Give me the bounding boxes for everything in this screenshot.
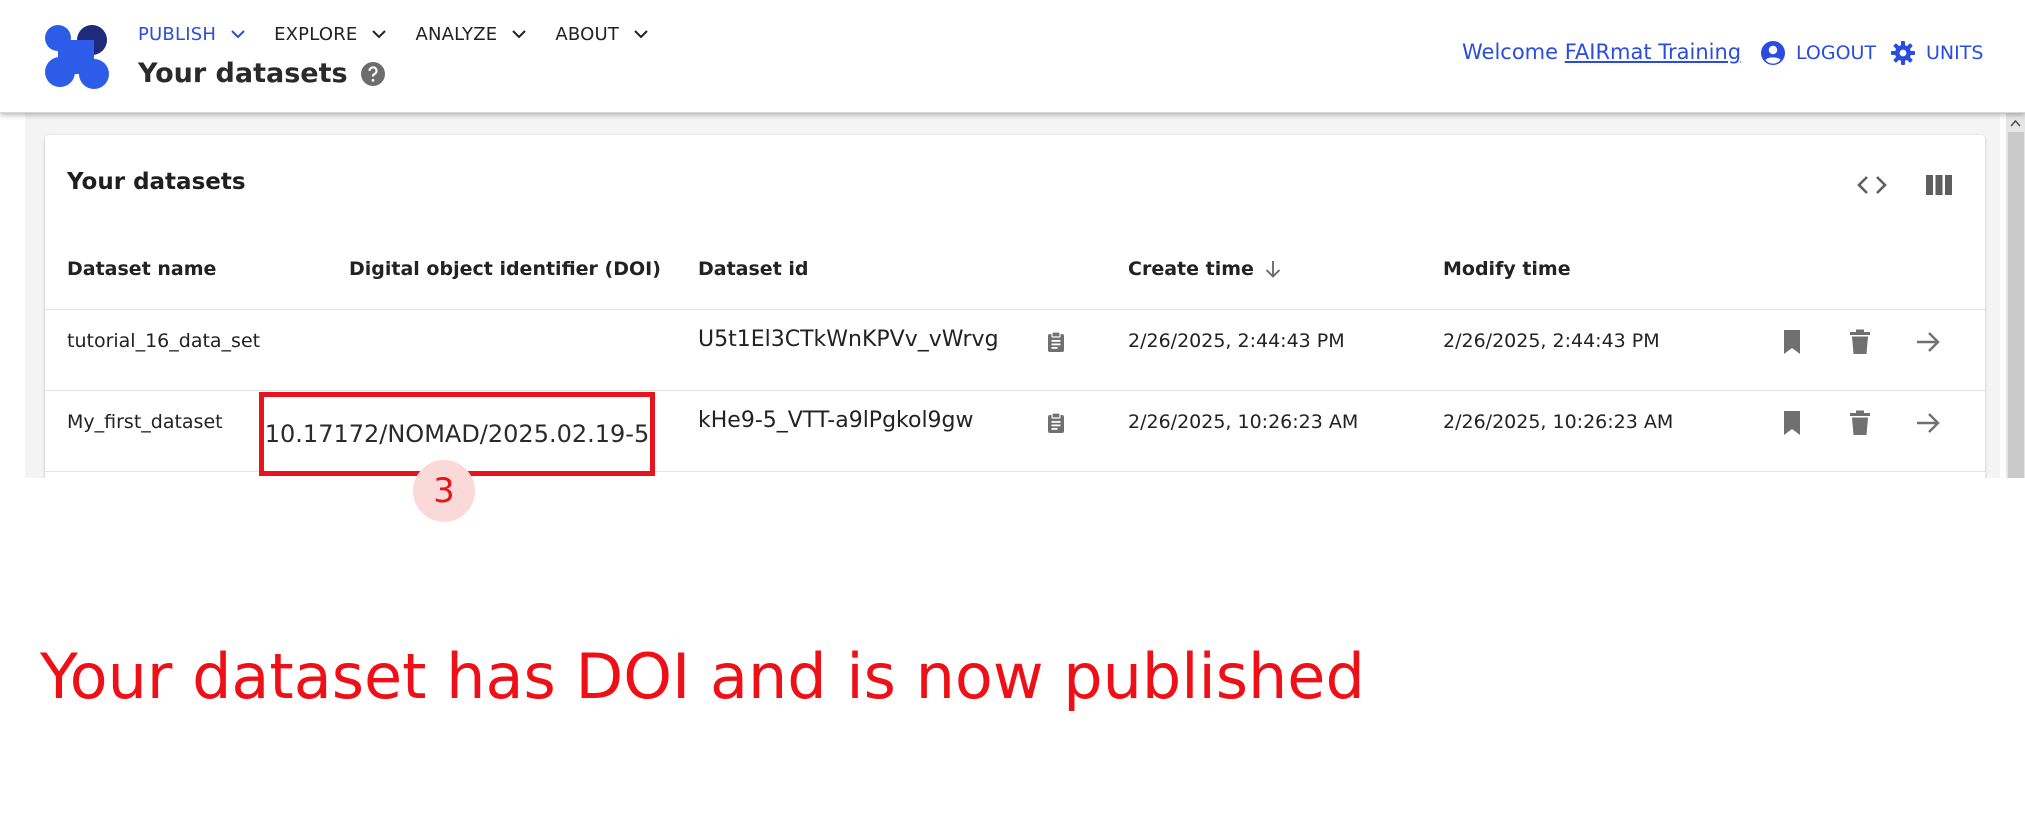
nav-about-label: ABOUT — [555, 23, 620, 45]
modify-time-cell: 2/26/2025, 10:26:23 AM — [1443, 411, 1674, 433]
doi-cell[interactable]: 10.17172/NOMAD/2025.02.19-5 — [264, 397, 650, 471]
nav-about[interactable]: ABOUT — [555, 24, 651, 45]
column-header-create-time[interactable]: Create time — [1128, 258, 1284, 280]
units-label: UNITS — [1926, 42, 1984, 64]
logout-button[interactable]: LOGOUT — [1760, 40, 1876, 66]
column-header-dataset-id[interactable]: Dataset id — [698, 258, 809, 280]
code-icon[interactable] — [1854, 167, 1890, 203]
arrow-down-icon[interactable] — [1262, 258, 1284, 280]
logout-label: LOGOUT — [1796, 42, 1877, 64]
nav-explore[interactable]: EXPLORE — [274, 24, 389, 45]
clipboard-icon[interactable] — [1045, 412, 1067, 434]
clipboard-icon[interactable] — [1045, 331, 1067, 353]
welcome-prefix: Welcome — [1462, 40, 1565, 64]
view-columns-icon[interactable] — [1922, 168, 1956, 202]
bookmark-icon[interactable] — [1777, 408, 1807, 438]
main-nav: PUBLISH EXPLORE ANALYZE ABOUT — [138, 20, 677, 48]
account-circle-icon — [1761, 41, 1785, 65]
annotation-caption: Your dataset has DOI and is now publishe… — [40, 640, 1365, 713]
column-header-label: Dataset name — [67, 258, 217, 280]
arrow-forward-icon[interactable] — [1913, 408, 1943, 438]
chevron-down-icon — [634, 30, 648, 39]
app-bar: PUBLISH EXPLORE ANALYZE ABOUT Your datas… — [0, 0, 2025, 113]
column-header-label: Digital object identifier (DOI) — [349, 258, 661, 280]
column-header-label: Dataset id — [698, 258, 809, 280]
page-title: Your datasets — [138, 58, 386, 89]
delete-icon[interactable] — [1845, 408, 1875, 438]
chevron-down-icon — [512, 30, 527, 39]
chevron-down-icon — [372, 30, 387, 39]
step-badge: 3 — [413, 460, 475, 522]
column-header-modify-time[interactable]: Modify time — [1443, 258, 1571, 280]
nav-publish-label: PUBLISH — [138, 23, 217, 45]
column-header-label: Modify time — [1443, 258, 1571, 280]
dataset-name-cell: tutorial_16_data_set — [67, 330, 261, 352]
dataset-id-cell: kHe9-5_VTT-a9lPgkol9gw — [698, 408, 974, 433]
nomad-logo-icon[interactable] — [44, 24, 110, 90]
user-name-link[interactable]: FAIRmat Training — [1565, 40, 1741, 64]
arrow-forward-icon[interactable] — [1913, 327, 1943, 357]
nav-analyze[interactable]: ANALYZE — [415, 24, 529, 45]
create-time-cell: 2/26/2025, 10:26:23 AM — [1128, 411, 1359, 433]
nav-publish[interactable]: PUBLISH — [138, 24, 248, 45]
nav-analyze-label: ANALYZE — [415, 23, 498, 45]
chevron-down-icon — [231, 30, 245, 39]
row-divider — [45, 390, 1985, 391]
dataset-id-cell: U5t1El3CTkWnKPVv_vWrvg — [698, 327, 999, 352]
column-header-doi[interactable]: Digital object identifier (DOI) — [349, 258, 661, 280]
page-title-text: Your datasets — [138, 58, 348, 89]
bookmark-icon[interactable] — [1777, 327, 1807, 357]
scroll-up-icon[interactable] — [2008, 116, 2023, 131]
units-button[interactable]: UNITS — [1890, 40, 1983, 66]
dataset-name-cell: My_first_dataset — [67, 411, 223, 433]
delete-icon[interactable] — [1845, 327, 1875, 357]
help-icon[interactable] — [360, 61, 386, 87]
header-divider — [45, 309, 1985, 310]
create-time-cell: 2/26/2025, 2:44:43 PM — [1128, 330, 1345, 352]
modify-time-cell: 2/26/2025, 2:44:43 PM — [1443, 330, 1660, 352]
column-header-label: Create time — [1128, 258, 1254, 280]
welcome-message: Welcome FAIRmat Training — [1462, 40, 1741, 64]
nav-explore-label: EXPLORE — [274, 23, 358, 45]
gear-icon — [1891, 41, 1915, 65]
card-title: Your datasets — [67, 169, 246, 195]
scrollbar-thumb[interactable] — [2008, 132, 2024, 478]
column-header-dataset-name[interactable]: Dataset name — [67, 258, 216, 280]
